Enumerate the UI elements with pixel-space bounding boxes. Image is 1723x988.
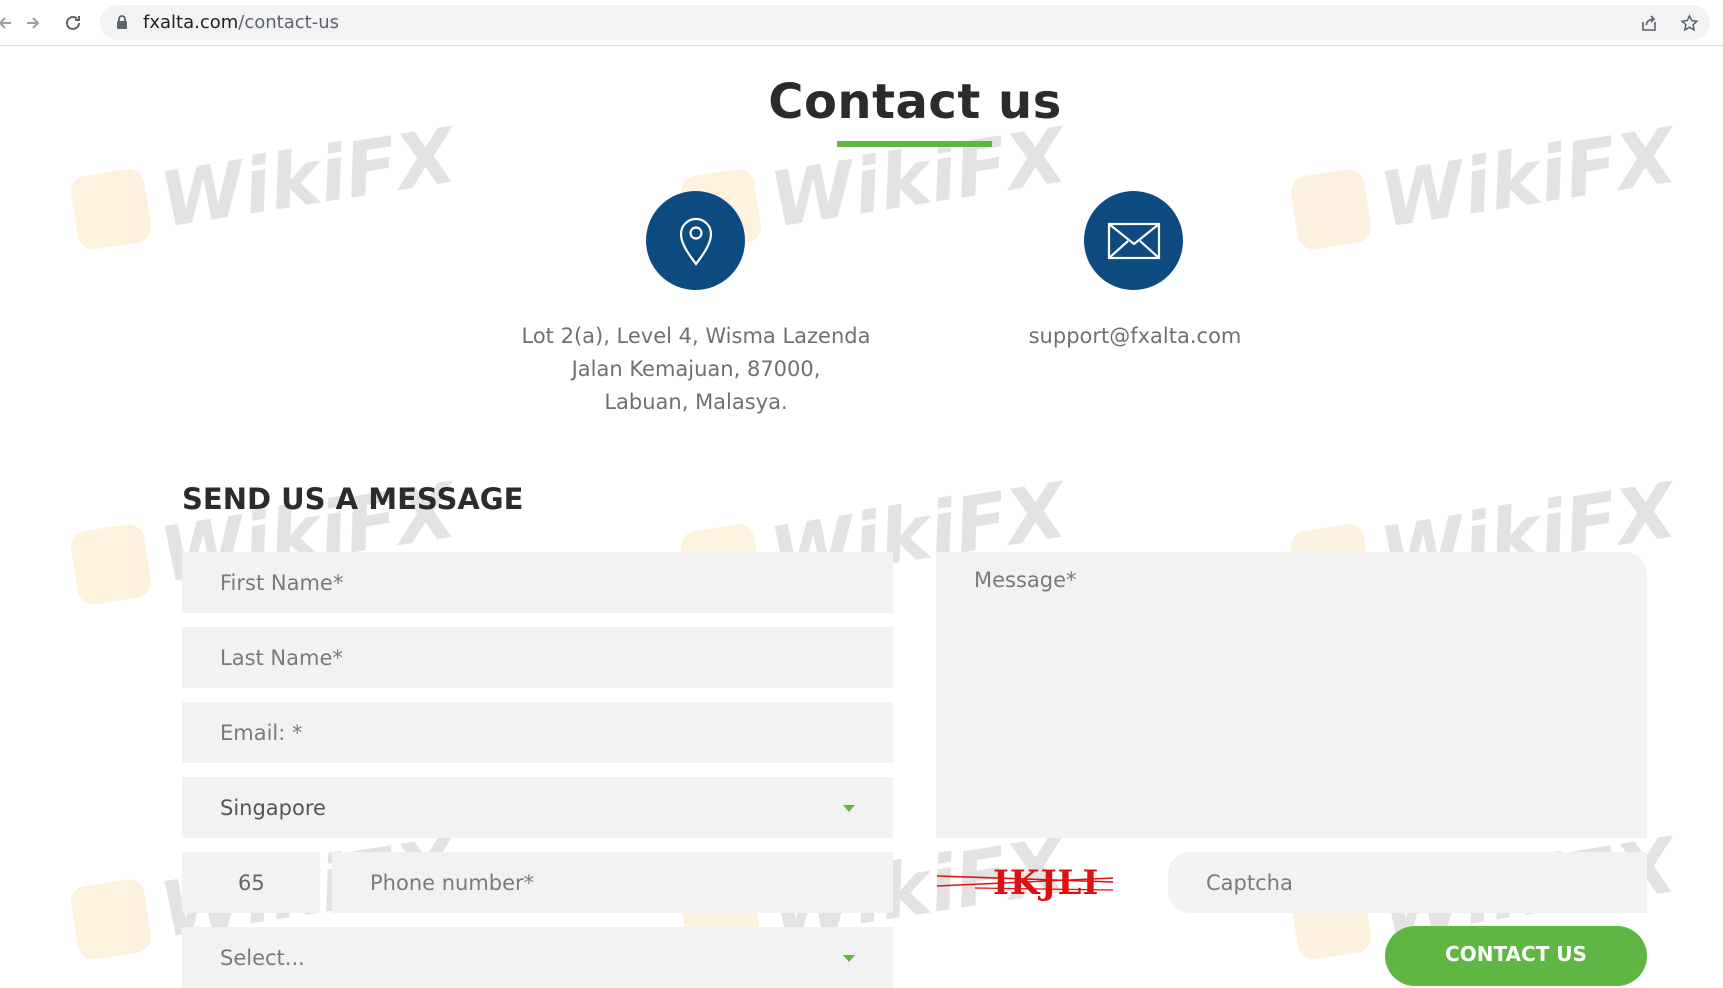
category-select[interactable]: Select... [182,927,893,988]
watermark-logo [68,521,154,607]
first-name-input[interactable] [182,552,893,613]
watermark-logo [68,876,154,962]
address-line-1: Lot 2(a), Level 4, Wisma Lazenda [521,324,871,348]
forward-icon[interactable] [20,10,46,36]
captcha-image: IKJLI [935,860,1115,904]
phone-number-input[interactable] [332,852,893,913]
email-input[interactable] [182,702,893,763]
location-pin-icon [646,191,745,290]
captcha-input[interactable] [1168,852,1647,913]
star-icon[interactable] [1680,14,1699,32]
category-select-value: Select... [220,945,305,970]
phone-code-input[interactable] [182,852,320,913]
watermark-logo [68,166,154,252]
address-bar[interactable]: fxalta.com/contact-us [100,5,1710,40]
page-title: Contact us [768,74,1062,130]
share-icon[interactable] [1640,14,1658,32]
reload-icon[interactable] [60,10,86,36]
browser-toolbar: fxalta.com/contact-us [0,0,1723,46]
message-textarea[interactable] [936,552,1647,838]
url-text: fxalta.com/contact-us [143,12,339,33]
lock-icon [116,15,128,35]
form-heading: SEND US A MESSAGE [182,482,524,516]
country-select[interactable]: Singapore [182,777,893,838]
back-icon[interactable] [0,10,18,36]
watermark-logo [1288,166,1374,252]
watermark: WikiFX [1287,110,1682,258]
title-underline [837,141,992,147]
envelope-icon [1084,191,1183,290]
dropdown-caret-icon [843,805,855,812]
watermark: WikiFX [67,110,462,258]
country-select-value: Singapore [220,795,326,820]
support-email-link[interactable]: support@fxalta.com [985,320,1285,353]
address-line-2: Jalan Kemajuan, 87000, [571,357,821,381]
address-text: Lot 2(a), Level 4, Wisma Lazenda Jalan K… [480,320,912,419]
contact-us-button[interactable]: CONTACT US [1385,926,1647,986]
dropdown-caret-icon [843,955,855,962]
last-name-input[interactable] [182,627,893,688]
address-line-3: Labuan, Malasya. [604,390,788,414]
